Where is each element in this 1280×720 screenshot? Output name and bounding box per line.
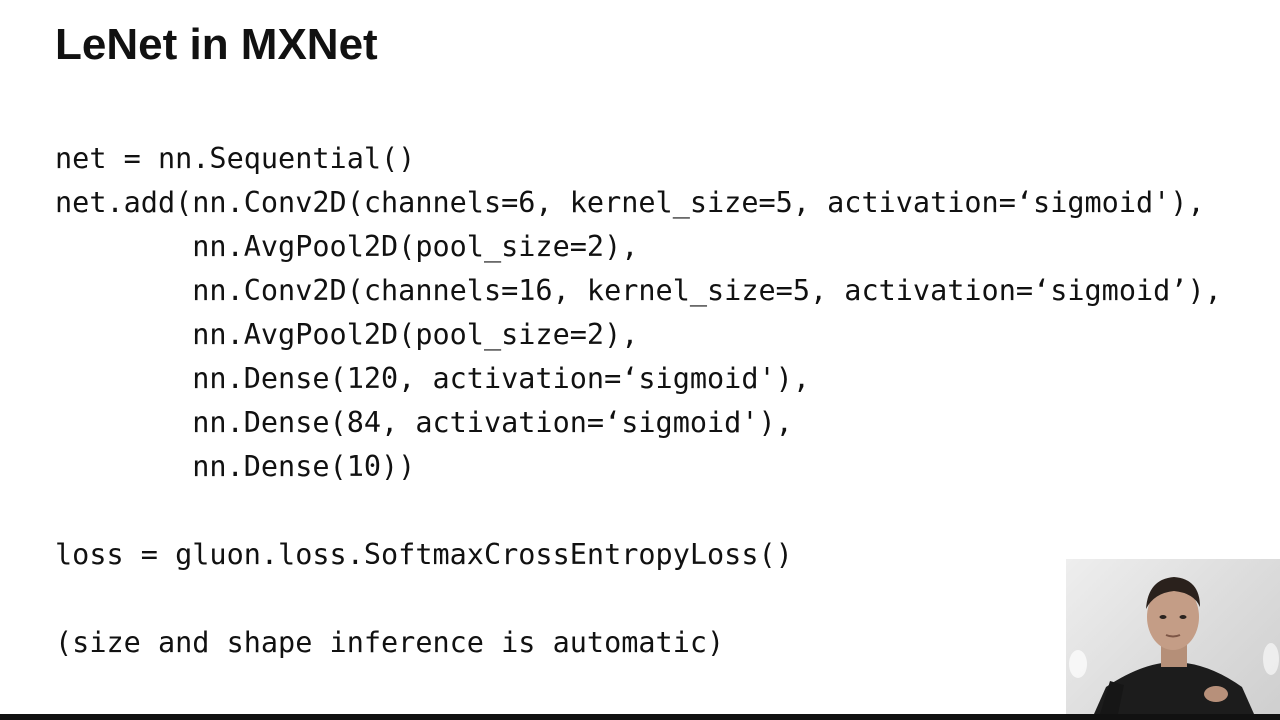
code-line: net = nn.Sequential() <box>55 142 416 175</box>
code-line: nn.Conv2D(channels=16, kernel_size=5, ac… <box>55 274 1222 307</box>
slide: LeNet in MXNet net = nn.Sequential() net… <box>0 0 1280 720</box>
slide-title: LeNet in MXNet <box>55 20 378 69</box>
code-line: (size and shape inference is automatic) <box>55 626 725 659</box>
bottom-bar <box>0 714 1280 720</box>
code-line: nn.AvgPool2D(pool_size=2), <box>55 230 639 263</box>
code-line: nn.AvgPool2D(pool_size=2), <box>55 318 639 351</box>
presenter-webcam <box>1066 559 1280 714</box>
code-line: nn.Dense(120, activation=‘sigmoid'), <box>55 362 810 395</box>
code-block: net = nn.Sequential() net.add(nn.Conv2D(… <box>55 137 1222 665</box>
code-line: net.add(nn.Conv2D(channels=6, kernel_siz… <box>55 186 1205 219</box>
code-line: loss = gluon.loss.SoftmaxCrossEntropyLos… <box>55 538 793 571</box>
code-line: nn.Dense(10)) <box>55 450 416 483</box>
presenter-silhouette-icon <box>1069 577 1279 714</box>
code-line: nn.Dense(84, activation=‘sigmoid'), <box>55 406 793 439</box>
